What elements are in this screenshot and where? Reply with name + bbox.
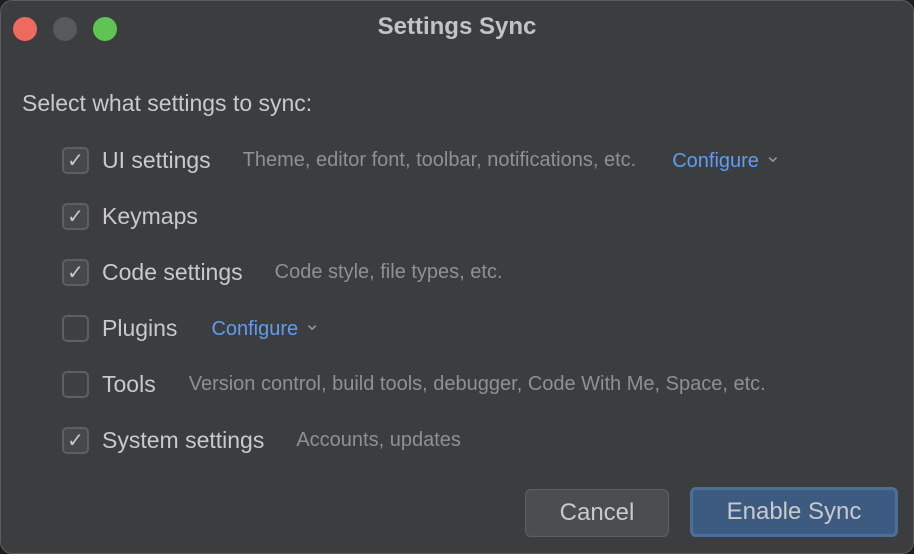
settings-sync-dialog: Settings Sync Select what settings to sy… — [0, 0, 914, 554]
chevron-down-icon: ⌄ — [303, 312, 321, 335]
enable-sync-button[interactable]: Enable Sync — [690, 487, 898, 537]
checkbox[interactable]: ✓ — [62, 258, 89, 286]
checkbox[interactable] — [62, 370, 89, 398]
dialog-title: Settings Sync — [377, 13, 537, 40]
check-icon: ✓ — [67, 429, 84, 452]
option-label: Plugins — [102, 314, 178, 341]
option-code-settings[interactable]: ✓ Code settings Code style, file types, … — [62, 257, 503, 287]
configure-link[interactable]: Configure ⌄ — [672, 144, 782, 173]
cancel-button[interactable]: Cancel — [525, 489, 669, 537]
option-label: Tools — [102, 370, 156, 397]
checkbox[interactable]: ✓ — [62, 426, 89, 454]
option-label: System settings — [102, 426, 265, 453]
option-tools[interactable]: Tools Version control, build tools, debu… — [62, 369, 766, 399]
option-description: Version control, build tools, debugger, … — [188, 372, 766, 395]
checkbox[interactable]: ✓ — [62, 146, 89, 174]
option-ui-settings[interactable]: ✓ UI settings Theme, editor font, toolba… — [62, 145, 781, 175]
configure-link[interactable]: Configure ⌄ — [211, 312, 321, 341]
option-description: Accounts, updates — [296, 428, 461, 451]
check-icon: ✓ — [67, 205, 84, 228]
option-keymaps[interactable]: ✓ Keymaps — [62, 201, 198, 231]
option-system-settings[interactable]: ✓ System settings Accounts, updates — [62, 425, 461, 455]
chevron-down-icon: ⌄ — [764, 144, 782, 167]
section-heading: Select what settings to sync: — [22, 90, 313, 116]
configure-label: Configure — [211, 317, 299, 340]
checkbox[interactable] — [62, 314, 89, 342]
option-label: Keymaps — [102, 202, 198, 229]
checkbox[interactable]: ✓ — [62, 202, 89, 230]
configure-label: Configure — [672, 149, 759, 172]
check-icon: ✓ — [67, 261, 84, 284]
option-description: Theme, editor font, toolbar, notificatio… — [242, 148, 637, 171]
option-plugins[interactable]: Plugins Configure ⌄ — [62, 313, 320, 343]
option-label: Code settings — [102, 258, 243, 285]
check-icon: ✓ — [67, 149, 84, 172]
option-label: UI settings — [102, 146, 211, 173]
option-description: Code style, file types, etc. — [274, 260, 503, 283]
